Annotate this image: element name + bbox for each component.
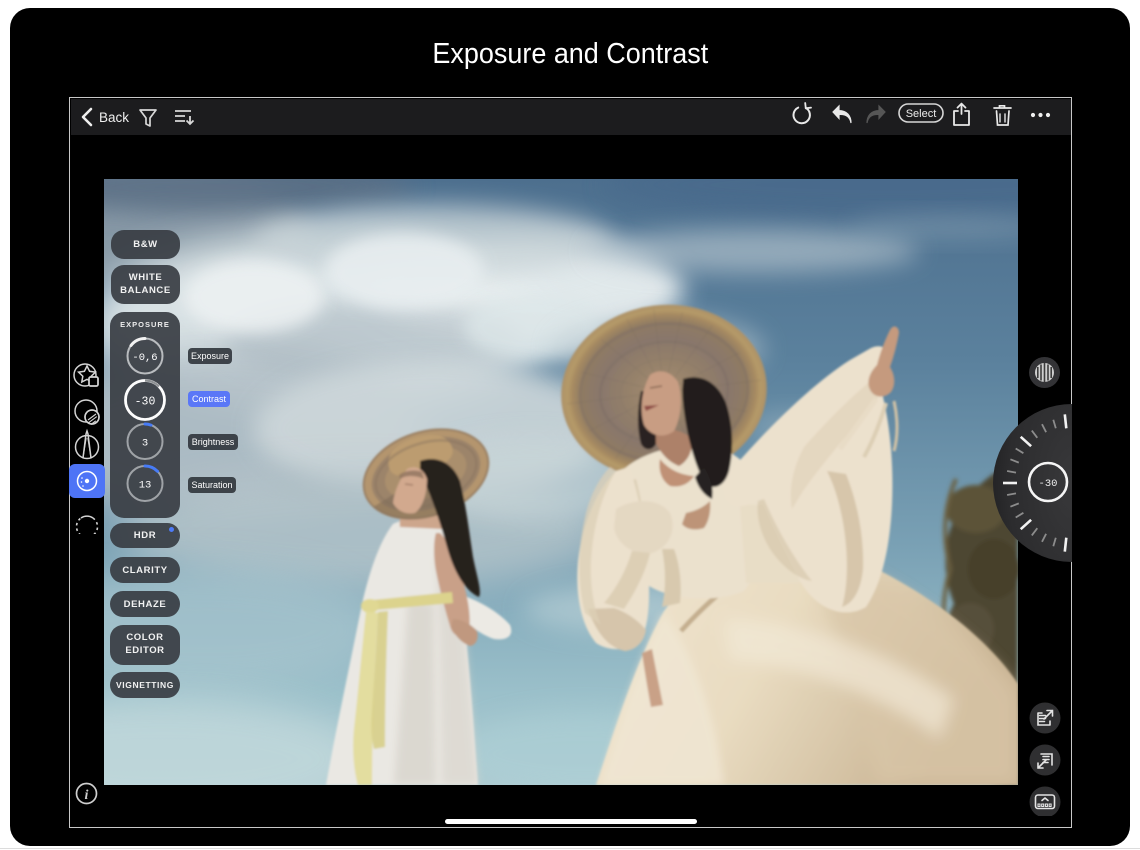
svg-text:-30: -30	[1039, 478, 1058, 490]
svg-text:Back: Back	[99, 110, 129, 125]
svg-text:-0,6: -0,6	[132, 352, 157, 364]
svg-text:13: 13	[139, 480, 152, 492]
svg-text:i: i	[85, 788, 89, 803]
svg-text:3: 3	[142, 438, 148, 450]
svg-text:-30: -30	[135, 396, 156, 409]
svg-text:Select: Select	[906, 108, 937, 120]
